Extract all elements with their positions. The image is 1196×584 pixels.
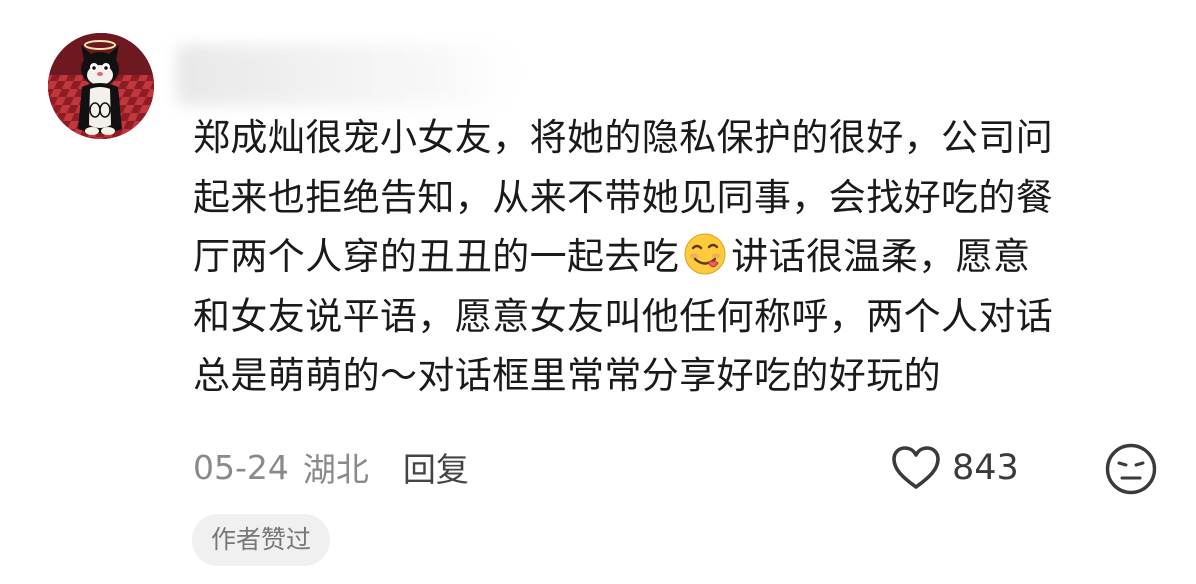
comment-card: 郑成灿很宠小女友，将她的隐私保护的很好，公司问 起来也拒绝告知，从来不带她见同事… — [0, 0, 1196, 584]
comment-line-part: 厅两个人穿的丑丑的一起去吃 — [193, 235, 680, 278]
comment-text: 郑成灿很宠小女友，将她的隐私保护的很好，公司问 起来也拒绝告知，从来不带她见同事… — [193, 108, 1168, 406]
comment-line: 厅两个人穿的丑丑的一起去吃 讲话很温柔，愿意 — [193, 227, 1168, 287]
avatar-cat-illustration-icon — [48, 33, 154, 139]
comment-line: 起来也拒绝告知，从来不带她见同事，会找好吃的餐 — [193, 175, 1054, 219]
username[interactable] — [190, 58, 490, 92]
like-button[interactable]: 843 — [890, 440, 1019, 496]
comment-location: 湖北 — [302, 450, 369, 489]
comment-line: 和女友说平语，愿意女友叫他任何称呼，两个人对话 — [193, 294, 1054, 338]
comment-line: 总是萌萌的～对话框里常常分享好吃的好玩的 — [193, 354, 941, 397]
meh-face-icon — [1105, 443, 1157, 495]
like-count: 843 — [952, 448, 1019, 488]
author-liked-badge: 作者赞过 — [192, 514, 331, 566]
comment-meta: 05-24 湖北 回复 — [193, 443, 469, 491]
dislike-button[interactable] — [1104, 442, 1158, 496]
yum-face-icon — [684, 233, 726, 275]
comment-date: 05-24 — [193, 447, 289, 487]
comment-line-part: 讲话很温柔，愿意 — [731, 235, 1031, 278]
heart-outline-icon — [892, 446, 940, 489]
comment-line: 郑成灿很宠小女友，将她的隐私保护的很好，公司问 — [193, 116, 1054, 159]
avatar[interactable] — [48, 33, 154, 139]
reply-button[interactable]: 回复 — [403, 443, 469, 491]
